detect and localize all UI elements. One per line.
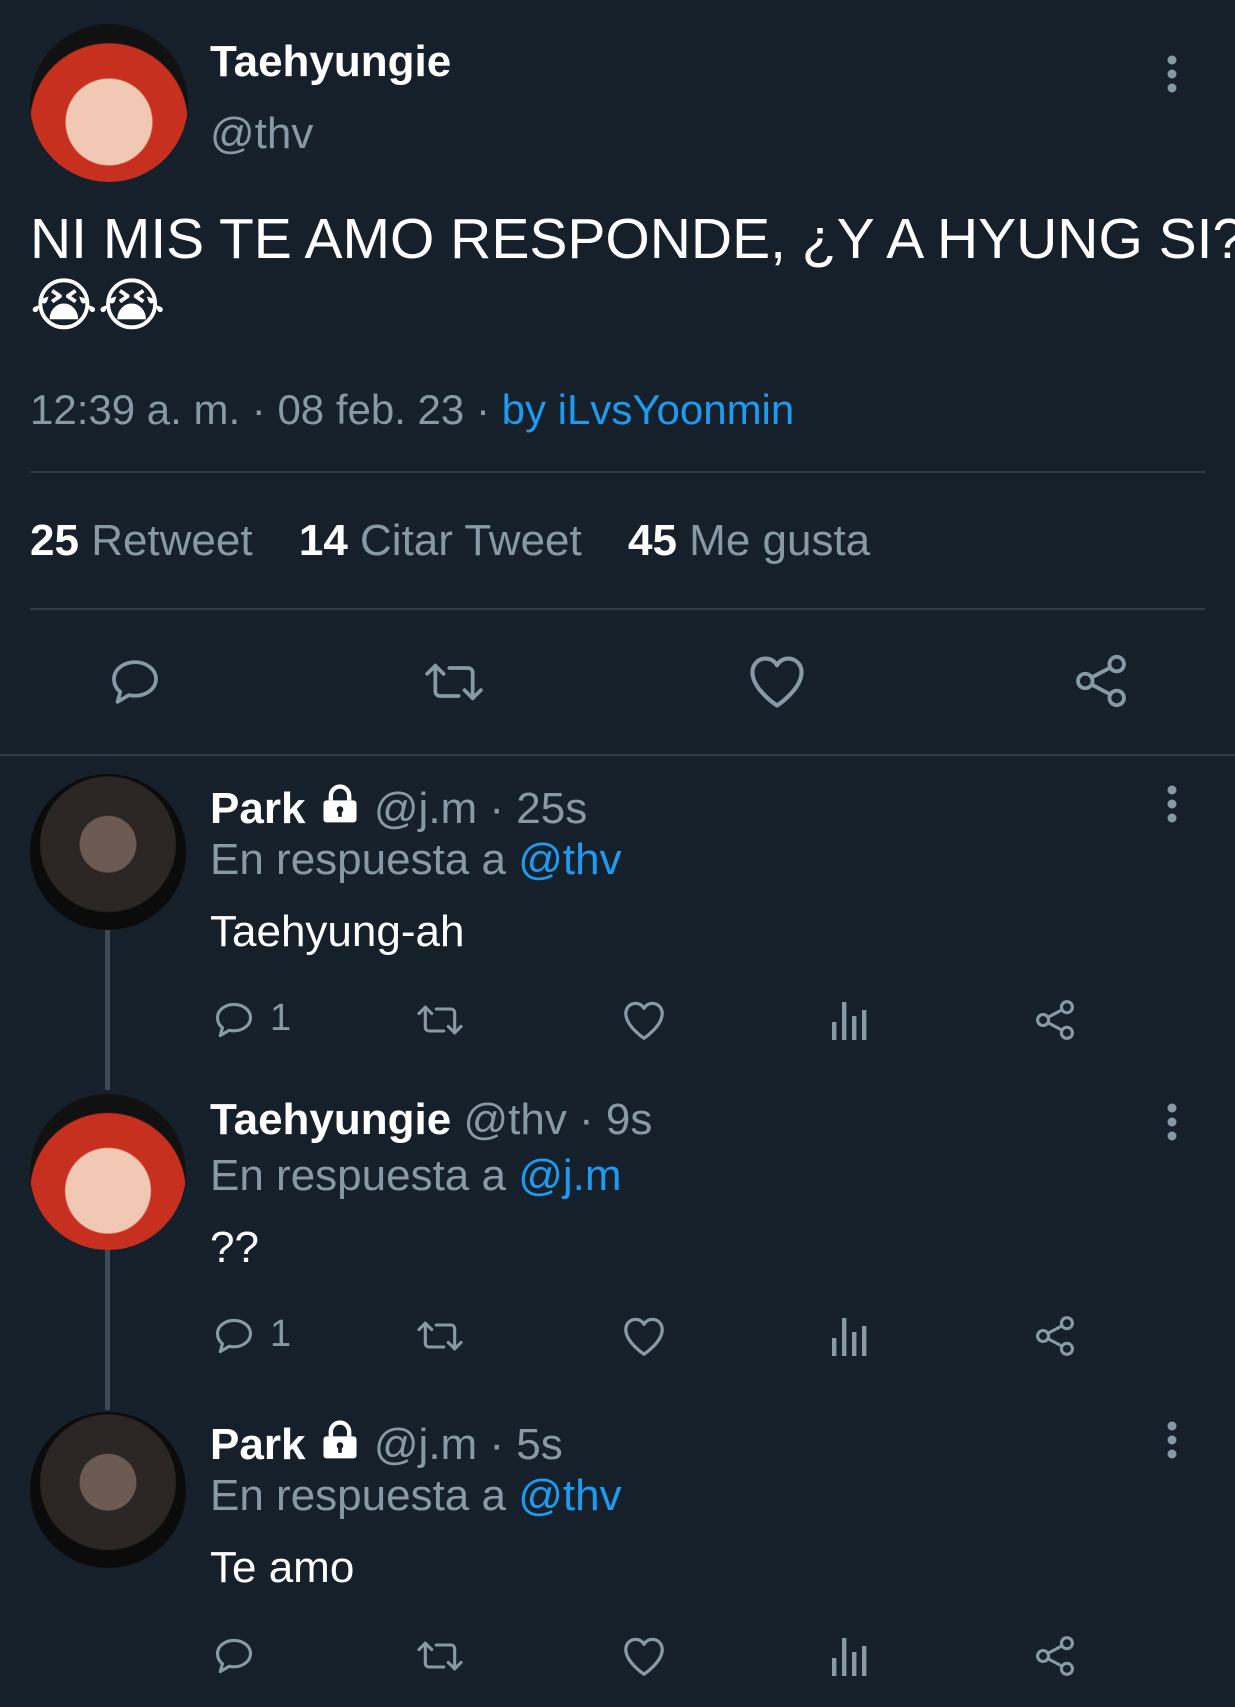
analytics-icon[interactable] [830,998,870,1042]
like-icon[interactable] [621,1314,667,1358]
author-avatar[interactable] [30,24,188,182]
stat-retweets[interactable]: 25 Retweet [30,516,265,565]
like-icon[interactable] [621,1634,667,1678]
reply-count: 1 [270,1313,292,1355]
reply-icon[interactable] [212,1314,256,1358]
reply-to-link[interactable]: @j.m [518,1151,621,1200]
analytics-icon[interactable] [830,1634,870,1678]
reply-display-name[interactable]: Taehyungie [210,1095,451,1144]
reply-context: En respuesta a @thv [210,835,622,884]
share-icon[interactable] [1072,652,1130,710]
tweet-timestamp[interactable]: 12:39 a. m. · 08 feb. 23 [30,386,464,433]
thread-line [105,930,110,1090]
reply-avatar[interactable] [30,774,186,930]
stat-quotes[interactable]: 14 Citar Tweet [299,516,594,565]
more-options-icon[interactable] [1156,1418,1188,1462]
like-icon[interactable] [621,998,667,1042]
analytics-icon[interactable] [830,1314,870,1358]
reply-display-name[interactable]: Park [210,1420,305,1469]
reply-to-link[interactable]: @thv [518,835,621,884]
author-handle[interactable]: @thv [210,110,313,158]
reply-header: Taehyungie @thv · 9s [210,1096,652,1144]
reply-count: 1 [270,997,292,1039]
share-icon[interactable] [1033,1634,1077,1678]
lock-icon [318,1418,362,1462]
share-icon[interactable] [1033,998,1077,1042]
tweet-stats: 25 Retweet 14 Citar Tweet 45 Me gusta [30,516,870,566]
reply-to-link[interactable]: @thv [518,1471,621,1520]
reply-text: ?? [210,1223,259,1272]
reply-icon[interactable] [212,1634,256,1678]
reply-display-name[interactable]: Park [210,784,305,833]
more-options-icon[interactable] [1156,52,1188,96]
retweet-icon[interactable] [420,654,488,710]
share-icon[interactable] [1033,1314,1077,1358]
retweet-icon[interactable] [414,998,466,1042]
thread-line [105,1250,110,1410]
more-options-icon[interactable] [1156,1100,1188,1144]
like-icon[interactable] [746,652,808,710]
reply-handle-time[interactable]: @j.m · 5s [374,1420,563,1469]
reply-context: En respuesta a @j.m [210,1151,622,1200]
reply-avatar[interactable] [30,1094,186,1250]
reply-icon[interactable] [212,998,256,1042]
reply-handle-time[interactable]: @thv · 9s [463,1095,652,1144]
reply-handle-time[interactable]: @j.m · 25s [374,784,587,833]
stat-likes[interactable]: 45 Me gusta [628,516,870,565]
tweet-emojis: 😭😭 [30,273,166,338]
divider [0,754,1235,756]
reply-header: Park @j.m · 25s [210,782,587,833]
reply-context: En respuesta a @thv [210,1471,622,1520]
reply-icon[interactable] [105,654,165,710]
reply-text: Taehyung-ah [210,907,465,956]
lock-icon [318,782,362,826]
divider [30,608,1205,610]
reply-text: Te amo [210,1543,355,1592]
reply-avatar[interactable] [30,1412,186,1568]
author-display-name[interactable]: Taehyungie [210,38,451,86]
retweet-icon[interactable] [414,1634,466,1678]
reply-header: Park @j.m · 5s [210,1418,563,1469]
retweet-icon[interactable] [414,1314,466,1358]
tweet-source-link[interactable]: by iLvsYoonmin [502,386,795,433]
tweet-meta: 12:39 a. m. · 08 feb. 23 · by iLvsYoonmi… [30,386,794,434]
tweet-text: NI MIS TE AMO RESPONDE, ¿Y A HYUNG SI? [30,207,1235,271]
divider [30,471,1205,473]
meta-separator: · [475,386,490,433]
more-options-icon[interactable] [1156,782,1188,826]
